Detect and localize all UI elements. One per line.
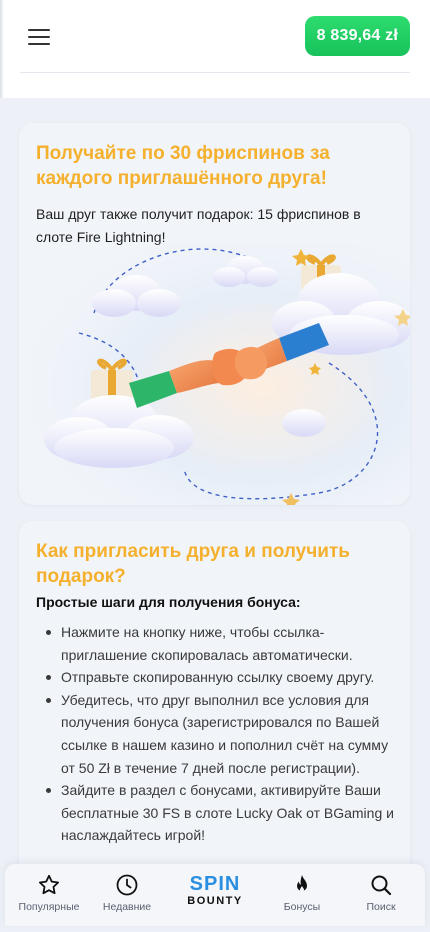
- promo-title: Получайте по 30 фриспинов за каждого при…: [36, 143, 330, 189]
- flame-icon: [297, 875, 307, 892]
- star-icon: [39, 874, 59, 895]
- steps-heading: Простые шаги для получения бонуса:: [36, 594, 301, 610]
- nav-bonuses[interactable]: Бонусы: [262, 864, 342, 926]
- nav-popular-label: Популярные: [18, 901, 80, 913]
- balance-button[interactable]: 8 839,64 zł: [304, 16, 410, 56]
- nav-recent[interactable]: Недавние: [87, 864, 167, 926]
- nav-recent-label: Недавние: [102, 901, 152, 913]
- drawer-edge: [0, 0, 4, 98]
- spin-bounty-logo[interactable]: SPIN BOUNTY: [173, 874, 257, 908]
- nav-bonuses-label: Бонусы: [283, 901, 321, 913]
- list-item: Отправьте скопированную ссылку своему др…: [36, 666, 396, 689]
- how-to-title: Как пригласить друга и получить подарок?: [36, 541, 350, 587]
- fist-bump-illustration: [19, 243, 410, 505]
- steps-list: Нажмите на кнопку ниже, чтобы ссылка-при…: [36, 621, 396, 847]
- top-header: 8 839,64 zł: [0, 0, 430, 98]
- how-to-invite-card: Как пригласить друга и получить подарок?…: [19, 521, 410, 881]
- logo-line1: SPIN: [189, 873, 241, 895]
- clock-icon: [116, 874, 138, 896]
- header-divider: [20, 72, 410, 73]
- list-item: Убедитесь, что друг выполнил все условия…: [36, 689, 396, 779]
- nav-popular[interactable]: Популярные: [9, 864, 89, 926]
- referral-promo-card: Получайте по 30 фриспинов за каждого при…: [19, 123, 410, 505]
- nav-search[interactable]: Поиск: [341, 864, 421, 926]
- bottom-navigation: Популярные Недавние SPIN BOUNTY Бонусы П…: [5, 864, 425, 926]
- logo-line2: BOUNTY: [187, 895, 243, 907]
- search-icon: [371, 875, 392, 896]
- hamburger-menu-icon[interactable]: [28, 26, 52, 46]
- nav-search-label: Поиск: [366, 901, 396, 913]
- list-item: Нажмите на кнопку ниже, чтобы ссылка-при…: [36, 621, 396, 666]
- list-item: Зайдите в раздел с бонусами, активируйте…: [36, 779, 396, 847]
